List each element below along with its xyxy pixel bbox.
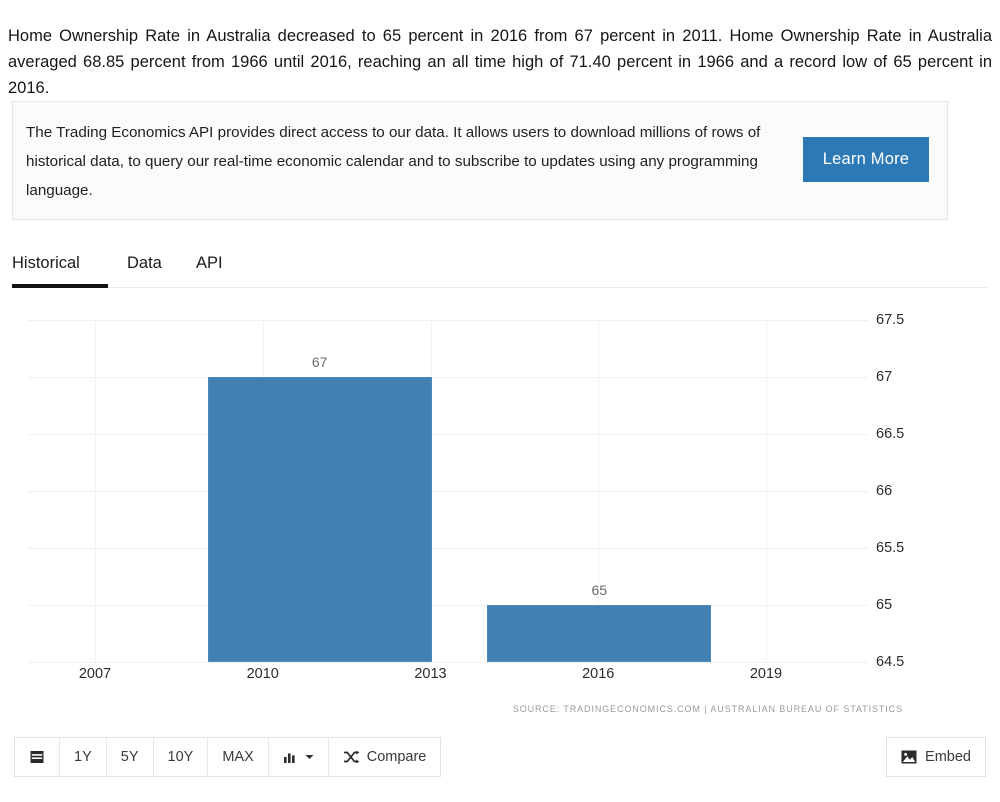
- tab-historical[interactable]: Historical: [12, 246, 80, 286]
- learn-more-button[interactable]: Learn More: [803, 137, 929, 182]
- gridline-horizontal: [28, 320, 868, 321]
- gridline-horizontal: [28, 491, 868, 492]
- x-axis-tick-label: 2007: [78, 666, 112, 682]
- gridline-vertical: [766, 320, 767, 662]
- range-10y-button[interactable]: 10Y: [153, 738, 209, 776]
- compare-label: Compare: [366, 749, 427, 765]
- api-promo-text: The Trading Economics API provides direc…: [26, 124, 761, 199]
- compare-button[interactable]: Compare: [328, 738, 441, 776]
- x-axis-tick-label: 2010: [246, 666, 279, 682]
- x-axis-tick-label: 2016: [582, 666, 615, 682]
- tab-bar: Historical Data API: [12, 246, 988, 288]
- bar-value-label: 67: [311, 354, 328, 370]
- gridline-horizontal: [28, 605, 868, 606]
- historical-bar-chart[interactable]: 67.5 67 66.5 66 65.5 65 64.5 2007 2010 2013 2016 2…: [0, 296, 1000, 726]
- y-axis-tick-label: 64.5: [876, 654, 905, 670]
- chart-type-dropdown[interactable]: [268, 738, 329, 776]
- tab-data[interactable]: Data: [127, 246, 162, 286]
- bar-chart-icon: [283, 750, 298, 764]
- bar-value-label: 65: [591, 582, 608, 598]
- x-axis-tick-label: 2019: [749, 666, 783, 682]
- y-axis-tick-label: 67.5: [876, 312, 905, 328]
- tab-api[interactable]: API: [196, 246, 223, 286]
- caret-down-icon: [305, 754, 314, 760]
- calendar-range-button[interactable]: [15, 738, 60, 776]
- embed-button[interactable]: Embed: [886, 737, 986, 777]
- range-5y-button[interactable]: 5Y: [106, 738, 154, 776]
- range-1y-button[interactable]: 1Y: [60, 738, 107, 776]
- gridline-horizontal: [28, 548, 868, 549]
- gridline-horizontal: [28, 434, 868, 435]
- gridline-horizontal: [28, 377, 868, 378]
- home-ownership-rate-page: Home Ownership Rate in Australia decreas…: [0, 0, 1000, 802]
- summary-paragraph: Home Ownership Rate in Australia decreas…: [8, 26, 992, 97]
- bar[interactable]: [487, 605, 712, 662]
- gridline-horizontal: [28, 662, 868, 663]
- y-axis-tick-label: 67: [876, 369, 893, 385]
- y-axis-tick-label: 65: [876, 597, 893, 613]
- api-promo-box: The Trading Economics API provides direc…: [12, 101, 948, 220]
- y-axis-tick-label: 66: [876, 483, 893, 499]
- range-max-button[interactable]: MAX: [208, 738, 269, 776]
- gridline-vertical: [95, 320, 96, 662]
- embed-label: Embed: [925, 749, 971, 765]
- chart-toolbar[interactable]: 1Y 5Y 10Y MAX Compare: [14, 737, 442, 777]
- x-axis-tick-label: 2013: [414, 666, 447, 682]
- image-icon: [901, 750, 917, 764]
- shuffle-icon: [343, 750, 360, 764]
- bar[interactable]: [207, 377, 432, 662]
- tab-bar-divider: [12, 287, 988, 288]
- y-axis-tick-label: 65.5: [876, 540, 905, 556]
- y-axis-tick-label: 66.5: [876, 426, 905, 442]
- calendar-icon: [29, 749, 45, 765]
- chart-source-note: SOURCE: TRADINGECONOMICS.COM | AUSTRALIA…: [512, 704, 903, 714]
- active-tab-indicator: [12, 284, 108, 288]
